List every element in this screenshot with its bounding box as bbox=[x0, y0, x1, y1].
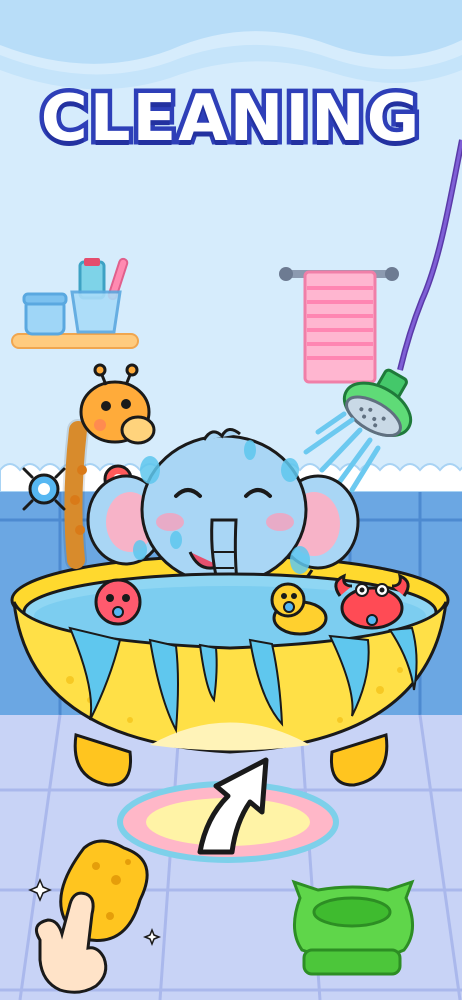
blue-tap-handle[interactable] bbox=[22, 467, 66, 511]
octopus-toy[interactable] bbox=[94, 578, 142, 626]
potty[interactable] bbox=[291, 879, 415, 976]
shelf bbox=[11, 333, 139, 349]
jar-icon[interactable] bbox=[22, 292, 68, 336]
page-title: CLEANING bbox=[36, 78, 423, 161]
